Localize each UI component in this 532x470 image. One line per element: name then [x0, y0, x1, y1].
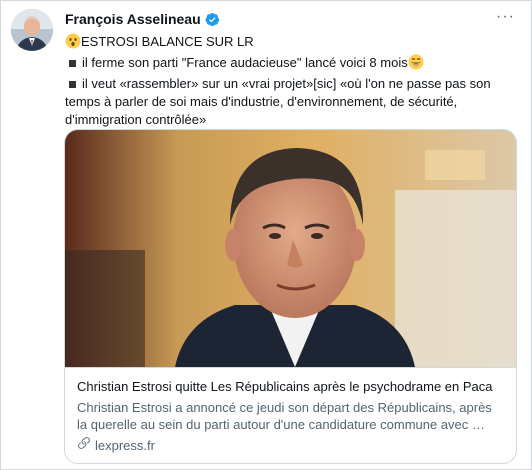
tweet-headline: ESTROSI BALANCE SUR LR — [81, 34, 254, 49]
tweet-line-2: il ferme son parti "France audacieuse" l… — [65, 54, 511, 75]
card-description: Christian Estrosi a annoncé ce jeudi son… — [77, 400, 492, 432]
author-name[interactable]: François Asselineau — [65, 11, 201, 27]
tweet-bullet-2: il veut «rassembler» sur un «vrai projet… — [65, 76, 491, 127]
card-domain-row: lexpress.fr — [77, 436, 504, 454]
card-domain[interactable]: lexpress.fr — [95, 437, 155, 454]
grinning-face-emoji — [408, 54, 424, 75]
tweet-bullet-1: il ferme son parti "France audacieuse" l… — [82, 55, 408, 70]
author-avatar[interactable] — [11, 9, 53, 51]
more-options-icon[interactable]: ··· — [496, 9, 515, 25]
tweet-text: ESTROSI BALANCE SUR LR il ferme son part… — [65, 33, 511, 129]
card-title[interactable]: Christian Estrosi quitte Les Républicain… — [77, 378, 504, 395]
tweet-line-1: ESTROSI BALANCE SUR LR — [65, 33, 511, 54]
card-image[interactable] — [65, 130, 516, 367]
bullet-square-icon — [69, 59, 76, 67]
tweet-line-3: il veut «rassembler» sur un «vrai projet… — [65, 75, 511, 129]
link-icon — [77, 436, 91, 454]
tweet-container: François Asselineau ··· ESTROSI BALANCE … — [0, 0, 532, 470]
author-row: François Asselineau — [65, 10, 220, 28]
card-info[interactable]: Christian Estrosi quitte Les Républicain… — [65, 367, 516, 463]
bullet-square-icon — [69, 80, 76, 88]
verified-badge-icon — [205, 12, 220, 27]
astonished-face-emoji — [65, 33, 81, 54]
link-preview-card[interactable]: Christian Estrosi quitte Les Républicain… — [64, 129, 517, 464]
